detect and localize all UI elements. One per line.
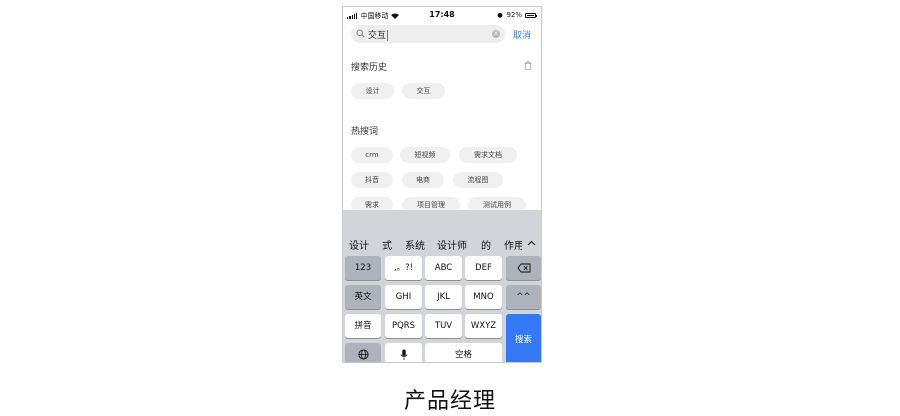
backspace-key[interactable] bbox=[506, 256, 541, 280]
text-caret bbox=[387, 30, 389, 41]
keyboard: 设计 式 系统 设计师 的 作用 123 ,。?! ABC DEF 英文 GHI… bbox=[343, 210, 541, 362]
hot-tag[interactable]: 需求文档 bbox=[459, 147, 517, 163]
caption-title: 产品经理 bbox=[403, 389, 496, 414]
battery-icon bbox=[525, 12, 537, 18]
search-value: 交互 bbox=[368, 28, 389, 41]
candidate-word[interactable]: 的 bbox=[481, 237, 491, 252]
phone-screen: 中国移动 17:48 92% 交互 × 取消 搜索历史 设计 交互 热搜词 cr… bbox=[342, 6, 542, 363]
space-key[interactable]: 空格 bbox=[425, 343, 502, 362]
hot-tag[interactable]: 短视频 bbox=[400, 147, 450, 163]
history-tag[interactable]: 交互 bbox=[402, 83, 445, 99]
key-emoji[interactable]: ^^ bbox=[506, 285, 541, 309]
alarm-icon bbox=[498, 12, 503, 18]
search-key[interactable]: 搜索 bbox=[506, 314, 541, 362]
microphone-icon bbox=[399, 349, 408, 360]
history-title: 搜索历史 bbox=[351, 63, 388, 73]
search-icon bbox=[356, 29, 365, 38]
hot-title: 热搜词 bbox=[351, 127, 379, 137]
trash-icon[interactable] bbox=[524, 61, 532, 70]
candidate-word[interactable]: 系统 bbox=[405, 237, 425, 252]
globe-key[interactable] bbox=[345, 343, 381, 362]
search-text: 交互 bbox=[368, 31, 387, 41]
mic-key[interactable] bbox=[385, 343, 422, 362]
key-abc[interactable]: ABC bbox=[425, 256, 462, 280]
clear-icon[interactable]: × bbox=[492, 30, 500, 38]
search-input[interactable]: 交互 × bbox=[351, 25, 505, 43]
globe-icon bbox=[357, 349, 369, 360]
key-mno[interactable]: MNO bbox=[465, 285, 502, 309]
key-def[interactable]: DEF bbox=[465, 256, 502, 280]
key-jkl[interactable]: JKL bbox=[425, 285, 462, 309]
hot-tag[interactable]: 抖音 bbox=[351, 172, 393, 188]
key-pqrs[interactable]: PQRS bbox=[385, 314, 422, 338]
chevron-up-icon[interactable] bbox=[527, 240, 536, 246]
candidate-bar: 设计 式 系统 设计师 的 作用 bbox=[343, 210, 541, 254]
key-123[interactable]: 123 bbox=[345, 256, 381, 280]
candidate-word[interactable]: 设计 bbox=[349, 237, 369, 252]
key-ghi[interactable]: GHI bbox=[385, 285, 422, 309]
candidate-word[interactable]: 式 bbox=[382, 237, 392, 252]
key-wxyz[interactable]: WXYZ bbox=[465, 314, 502, 338]
cancel-button[interactable]: 取消 bbox=[513, 28, 531, 41]
candidate-word[interactable]: 作用 bbox=[504, 237, 522, 252]
hot-tag[interactable]: 流程图 bbox=[453, 172, 503, 188]
history-tag[interactable]: 设计 bbox=[351, 83, 394, 99]
key-punct[interactable]: ,。?! bbox=[385, 256, 422, 280]
search-row: 交互 × 取消 bbox=[351, 25, 533, 43]
key-tuv[interactable]: TUV bbox=[425, 314, 462, 338]
key-pinyin[interactable]: 拼音 bbox=[345, 314, 381, 338]
candidate-word[interactable]: 设计师 bbox=[437, 237, 467, 252]
key-english[interactable]: 英文 bbox=[345, 285, 381, 309]
status-right: 92% bbox=[497, 11, 537, 19]
hot-tag[interactable]: 电商 bbox=[402, 172, 444, 188]
battery-percent: 92% bbox=[506, 11, 522, 19]
backspace-icon bbox=[516, 263, 530, 273]
status-bar: 中国移动 17:48 92% bbox=[343, 7, 541, 23]
hot-tag[interactable]: crm bbox=[351, 147, 393, 163]
